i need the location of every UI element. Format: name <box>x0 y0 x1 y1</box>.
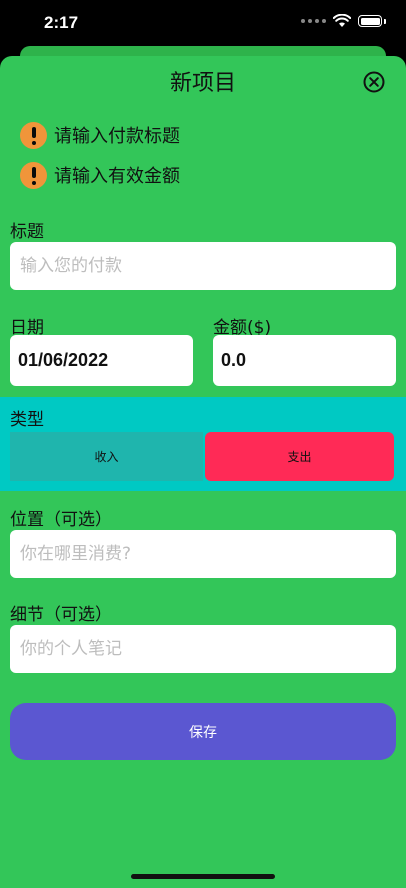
type-panel: 类型 收入 支出 <box>0 397 406 491</box>
page-title: 新项目 <box>169 71 236 96</box>
title-input[interactable] <box>18 255 396 277</box>
location-label: 位置（可选） <box>10 510 112 530</box>
details-input[interactable] <box>18 638 396 660</box>
battery-tip <box>384 18 386 24</box>
type-expense-option[interactable]: 支出 <box>205 432 394 481</box>
signal-dots-icon <box>301 19 326 23</box>
details-label: 细节（可选） <box>10 605 112 625</box>
warning-icon <box>20 121 47 149</box>
title-field[interactable] <box>10 242 396 290</box>
wifi-icon <box>333 14 351 27</box>
title-label: 标题 <box>10 222 44 242</box>
battery-icon <box>358 15 382 27</box>
details-field[interactable] <box>10 625 396 673</box>
status-icons <box>301 14 386 28</box>
close-icon[interactable] <box>363 71 385 93</box>
type-income-option[interactable]: 收入 <box>10 432 203 481</box>
type-label: 类型 <box>10 410 44 430</box>
home-indicator <box>131 874 275 879</box>
location-input[interactable] <box>18 543 396 565</box>
error-title-text: 请输入付款标题 <box>54 126 180 147</box>
status-time: 2:17 <box>44 13 79 32</box>
warning-icon <box>20 161 47 189</box>
location-field[interactable] <box>10 530 396 578</box>
status-bar: 2:17 <box>0 0 406 46</box>
amount-field[interactable]: 0.0 <box>213 335 396 386</box>
error-amount: 请输入有效金额 <box>20 161 180 189</box>
error-title: 请输入付款标题 <box>20 121 180 149</box>
error-amount-text: 请输入有效金额 <box>54 166 180 187</box>
date-field[interactable]: 01/06/2022 <box>10 335 193 386</box>
save-button[interactable]: 保存 <box>10 703 396 760</box>
